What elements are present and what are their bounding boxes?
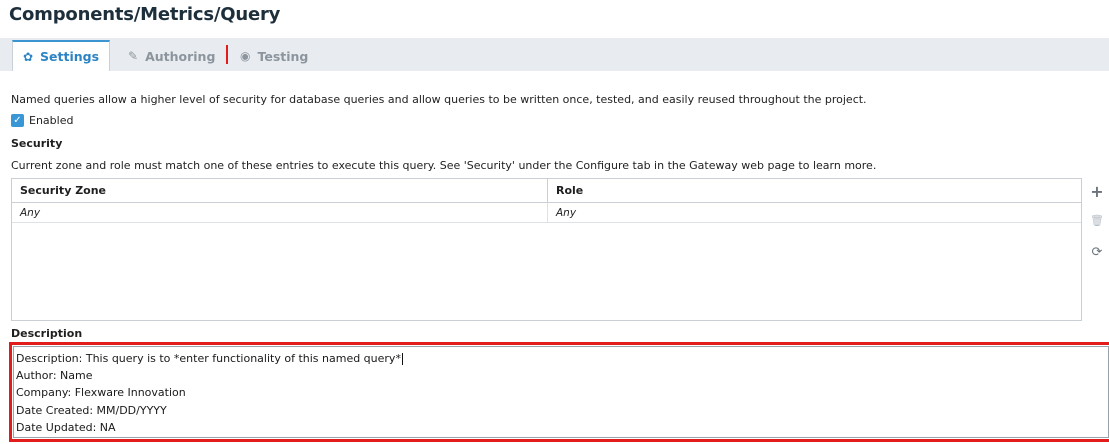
- trash-icon[interactable]: 🗑: [1090, 214, 1104, 227]
- tab-bar: ✿ Settings ✎ Authoring ◉ Testing: [0, 38, 1109, 71]
- description-highlight: Description: This query is to *enter fun…: [9, 342, 1109, 442]
- page-title: Components/Metrics/Query: [9, 4, 281, 25]
- enabled-row: ✓ Enabled: [11, 114, 73, 127]
- plus-icon[interactable]: +: [1090, 182, 1104, 201]
- table-row[interactable]: Any Any: [12, 203, 1081, 223]
- description-line: Author: Name: [16, 369, 93, 383]
- text-cursor: [401, 353, 403, 365]
- tab-settings-label: Settings: [40, 49, 100, 64]
- description-line: Date Updated: NA: [16, 420, 116, 434]
- table-header: Security Zone Role: [12, 179, 1081, 203]
- column-header-role[interactable]: Role: [548, 179, 1081, 202]
- table-cell-zone[interactable]: Any: [12, 203, 548, 222]
- pencil-icon: ✎: [128, 49, 139, 63]
- security-heading: Security: [11, 137, 63, 150]
- enabled-label: Enabled: [29, 114, 74, 127]
- tab-settings[interactable]: ✿ Settings: [12, 40, 110, 71]
- tab-authoring-label: Authoring: [145, 48, 216, 64]
- tab-authoring[interactable]: ✎ Authoring: [128, 41, 215, 71]
- column-header-security-zone[interactable]: Security Zone: [12, 179, 548, 202]
- gear-icon: ✿: [22, 49, 34, 64]
- description-line: Description: This query is to *enter fun…: [16, 352, 403, 365]
- description-line: Date Created: MM/DD/YYYY: [16, 403, 167, 417]
- tab-testing-label: Testing: [257, 48, 309, 64]
- description-line: Company: Flexware Innovation: [16, 386, 186, 400]
- description-textarea[interactable]: Description: This query is to *enter fun…: [13, 346, 1109, 438]
- highlight-marker: [226, 45, 228, 64]
- security-table: Security Zone Role Any Any: [11, 178, 1082, 321]
- description-heading: Description: [11, 327, 83, 340]
- refresh-icon[interactable]: ⟳: [1090, 245, 1104, 260]
- table-cell-role[interactable]: Any: [548, 203, 1081, 222]
- intro-text: Named queries allow a higher level of se…: [11, 93, 867, 106]
- security-description: Current zone and role must match one of …: [11, 159, 877, 172]
- tab-testing[interactable]: ◉ Testing: [240, 41, 308, 71]
- enabled-checkbox[interactable]: ✓: [11, 114, 24, 127]
- eye-icon: ◉: [240, 49, 251, 63]
